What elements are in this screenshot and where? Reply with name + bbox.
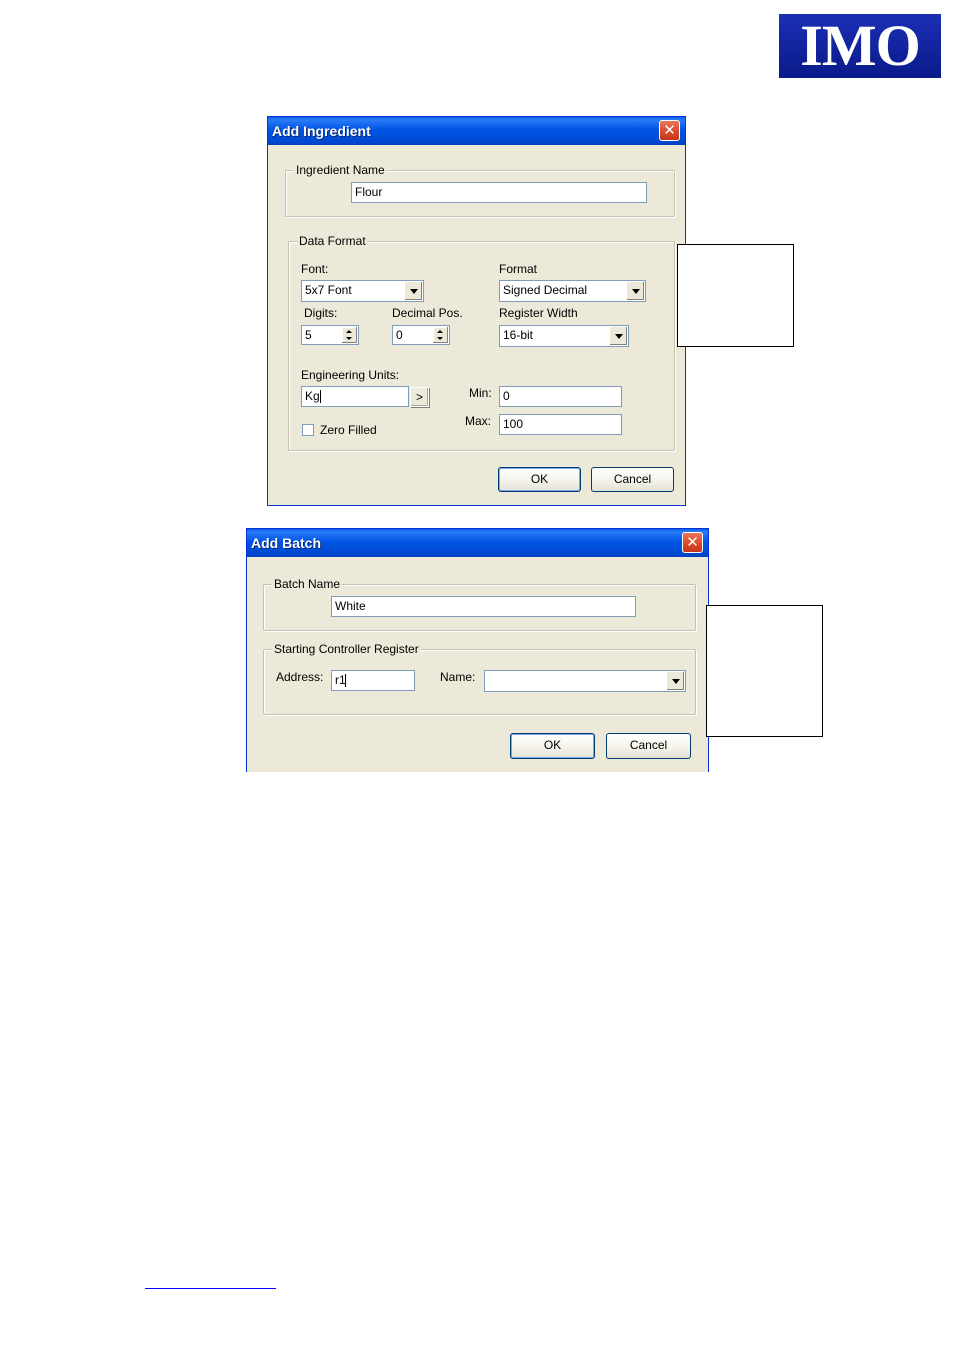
font-select[interactable]: 5x7 Font	[301, 280, 424, 302]
min-label: Min:	[469, 386, 492, 400]
engineering-units-input[interactable]: Kg	[301, 386, 409, 407]
zero-filled-label: Zero Filled	[320, 423, 377, 437]
dialog-title: Add Ingredient	[272, 123, 371, 139]
font-label: Font:	[301, 262, 329, 276]
engineering-units-label: Engineering Units:	[301, 368, 400, 382]
address-input[interactable]: r1	[331, 670, 415, 691]
chevron-down-icon[interactable]	[609, 327, 627, 345]
digits-stepper[interactable]: 5	[301, 325, 359, 345]
ingredient-name-value: Flour	[355, 185, 383, 199]
cancel-button[interactable]: Cancel	[606, 733, 691, 759]
name-select[interactable]	[484, 670, 686, 692]
format-select[interactable]: Signed Decimal	[499, 280, 646, 302]
units-picker-button[interactable]: >	[410, 387, 429, 407]
chevron-down-icon[interactable]	[404, 282, 422, 300]
chevron-down-icon[interactable]	[666, 672, 684, 690]
close-icon: ✕	[686, 534, 699, 551]
dialog-title: Add Batch	[251, 535, 321, 551]
max-input[interactable]: 100	[499, 414, 622, 435]
name-label: Name:	[440, 670, 476, 684]
logo-text: IMO	[800, 13, 920, 78]
chevron-down-icon[interactable]	[626, 282, 644, 300]
format-select-value: Signed Decimal	[503, 283, 588, 297]
batch-name-value: White	[335, 599, 366, 613]
footer-link[interactable]	[145, 1288, 276, 1289]
batch-name-input[interactable]: White	[331, 596, 636, 617]
titlebar[interactable]: Add Ingredient ✕	[268, 117, 685, 145]
ok-button[interactable]: OK	[498, 467, 581, 492]
format-label: Format	[499, 262, 538, 276]
engineering-units-value: Kg	[305, 389, 320, 403]
batch-name-group-label: Batch Name	[272, 577, 343, 591]
spin-arrows-icon[interactable]	[433, 327, 448, 343]
callout-box	[706, 605, 823, 737]
ok-button-label: OK	[543, 738, 562, 752]
callout-box	[677, 244, 794, 347]
chevron-right-icon: >	[415, 390, 423, 404]
cancel-button-label: Cancel	[629, 738, 668, 752]
digits-value: 5	[305, 328, 312, 342]
address-label: Address:	[276, 670, 324, 684]
max-value: 100	[503, 417, 524, 431]
close-button[interactable]: ✕	[682, 532, 703, 553]
add-batch-dialog: Add Batch ✕ Batch Name White Starting Co…	[246, 528, 709, 772]
text-cursor	[345, 674, 346, 687]
add-ingredient-dialog: Add Ingredient ✕ Ingredient Name Flour D…	[267, 116, 686, 506]
min-value: 0	[503, 389, 510, 403]
decimal-pos-value: 0	[396, 328, 403, 342]
register-width-select[interactable]: 16-bit	[499, 325, 629, 347]
close-button[interactable]: ✕	[659, 120, 680, 141]
spin-arrows-icon[interactable]	[342, 327, 357, 343]
ok-button-label: OK	[530, 472, 549, 486]
font-select-value: 5x7 Font	[305, 283, 352, 297]
digits-label: Digits:	[304, 306, 338, 320]
start-register-group-label: Starting Controller Register	[272, 642, 421, 656]
register-width-label: Register Width	[499, 306, 578, 320]
cancel-button[interactable]: Cancel	[591, 467, 674, 492]
ingredient-name-group-label: Ingredient Name	[294, 163, 387, 177]
max-label: Max:	[465, 414, 492, 428]
decimal-pos-stepper[interactable]: 0	[392, 325, 450, 345]
imo-logo: IMO	[779, 14, 941, 78]
decimal-pos-label: Decimal Pos.	[392, 306, 463, 320]
zero-filled-checkbox[interactable]	[302, 424, 314, 436]
data-format-group-label: Data Format	[297, 234, 368, 248]
min-input[interactable]: 0	[499, 386, 622, 407]
cancel-button-label: Cancel	[613, 472, 652, 486]
ingredient-name-input[interactable]: Flour	[351, 182, 647, 203]
register-width-value: 16-bit	[503, 328, 534, 342]
ok-button[interactable]: OK	[510, 733, 595, 759]
titlebar[interactable]: Add Batch ✕	[247, 529, 708, 557]
close-icon: ✕	[663, 122, 676, 139]
text-cursor	[320, 390, 321, 403]
